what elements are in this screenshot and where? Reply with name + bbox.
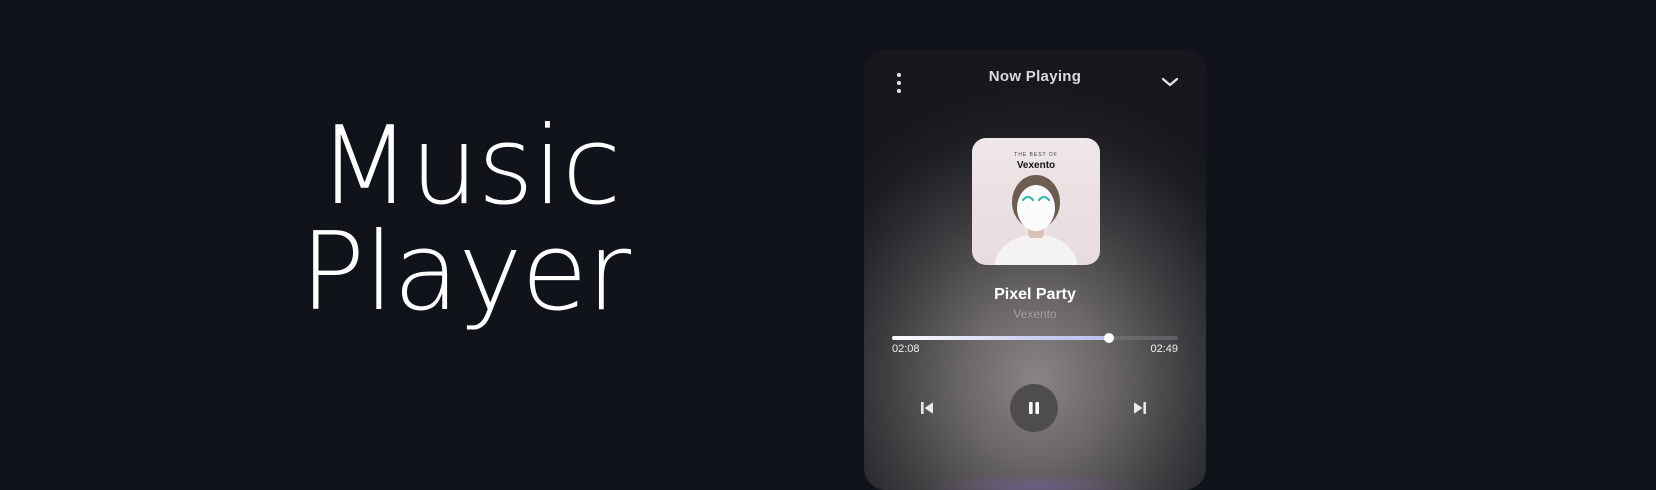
skip-next-icon[interactable]	[1131, 400, 1149, 416]
album-artist-label: Vexento	[1016, 160, 1056, 171]
hero-title-line-2: Player	[300, 210, 631, 335]
menu-dot	[897, 89, 901, 93]
player-header: Now Playing	[864, 50, 1206, 110]
header-title: Now Playing	[988, 68, 1082, 85]
progress-bar[interactable]	[892, 333, 1178, 343]
music-player-card: Now Playing THE BEST OF Vexento Pixel Pa…	[864, 50, 1206, 490]
track-artist: Vexento	[1013, 307, 1057, 321]
elapsed-time: 02:08	[892, 343, 920, 355]
album-art: THE BEST OF Vexento	[972, 138, 1100, 265]
play-pause-button[interactable]	[1010, 384, 1058, 432]
progress-fill	[892, 336, 1109, 340]
chevron-down-icon[interactable]	[1160, 74, 1180, 88]
pause-icon	[1029, 402, 1039, 414]
hero-title: Music Player	[300, 104, 700, 335]
track-title: Pixel Party	[994, 286, 1076, 303]
album-kicker: THE BEST OF	[1014, 152, 1058, 158]
total-time: 02:49	[1150, 343, 1178, 355]
skip-previous-icon[interactable]	[918, 400, 936, 416]
hero-title-line-1: Music	[318, 104, 621, 229]
progress-handle[interactable]	[1103, 333, 1114, 343]
